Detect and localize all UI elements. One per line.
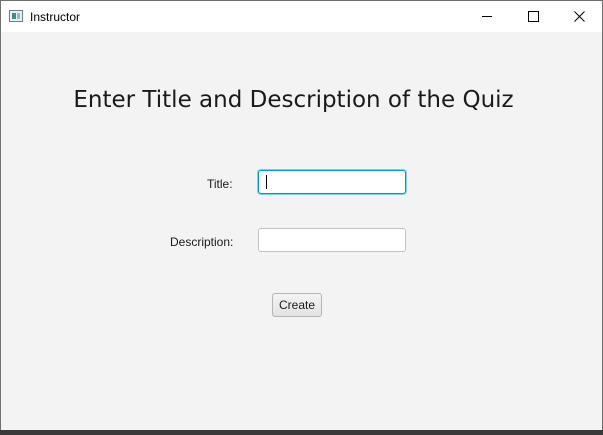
description-label: Description: (170, 235, 234, 249)
maximize-button[interactable] (510, 1, 556, 32)
instructor-window: Instructor Enter Title and Description o… (0, 0, 603, 431)
text-caret (266, 175, 267, 189)
minimize-icon (481, 16, 492, 17)
create-button[interactable]: Create (272, 293, 322, 317)
page-heading: Enter Title and Description of the Quiz (73, 87, 514, 113)
background-terminal-strip (0, 430, 603, 435)
window-title: Instructor (30, 10, 81, 24)
maximize-icon (527, 11, 539, 22)
java-app-icon (9, 10, 23, 22)
title-label: Title: (207, 177, 233, 191)
description-input[interactable] (258, 228, 406, 252)
title-input[interactable] (258, 170, 406, 194)
title-bar[interactable]: Instructor (1, 1, 602, 32)
close-button[interactable] (556, 1, 602, 32)
minimize-button[interactable] (464, 1, 510, 32)
close-icon (573, 11, 585, 22)
